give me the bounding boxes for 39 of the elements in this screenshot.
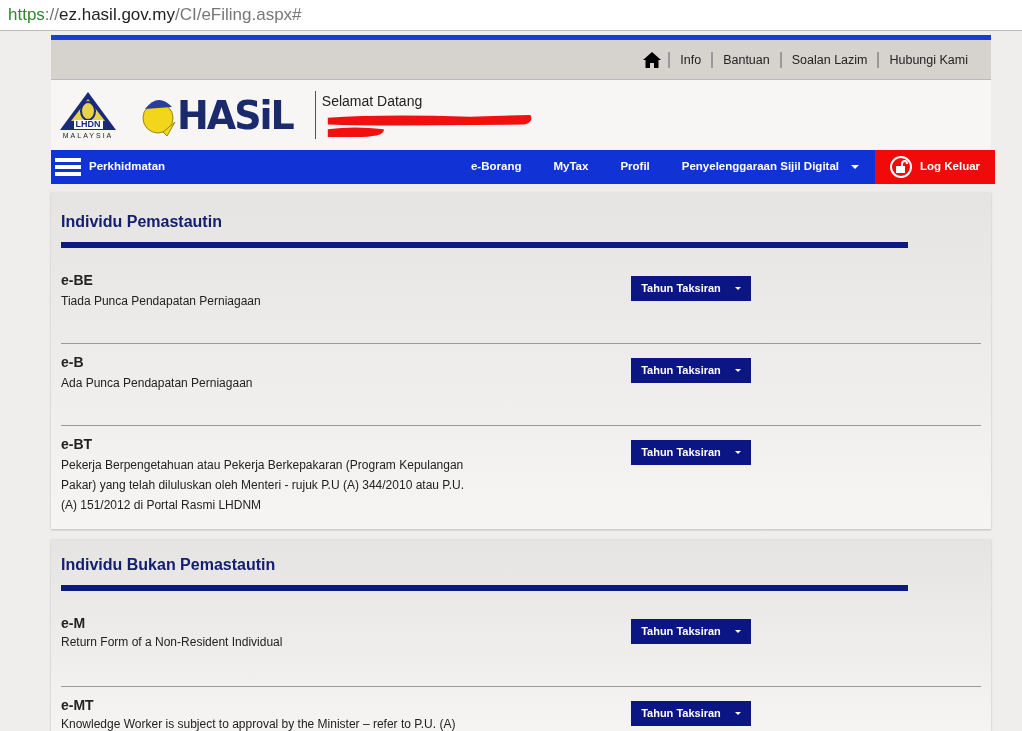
form-code: e-M (61, 614, 87, 633)
menu-link[interactable]: Perkhidmatan (89, 158, 166, 176)
caret-icon (734, 369, 741, 372)
section-title: Individu Pemastautin (61, 212, 223, 232)
form-description: Knowledge Worker is subject to approval by the Minister – refer to P.U. (A) (61, 716, 457, 731)
caret-icon (734, 451, 741, 454)
nav-link[interactable]: Profil (604, 158, 666, 176)
year-dropdown-button[interactable]: Tahun Taksiran (631, 276, 751, 301)
home-icon[interactable] (642, 50, 663, 69)
year-dropdown-button[interactable]: Tahun Taksiran (631, 358, 751, 383)
section-title: Individu Bukan Pemastautin (61, 555, 277, 575)
unlock-icon (889, 156, 912, 178)
form-description: Ada Punca Pendapatan Perniagaan (61, 375, 254, 392)
logout-button[interactable]: Log Keluar (875, 150, 995, 184)
address-bar[interactable]: https://ez.hasil.gov.my/CI/eFiling.aspx# (0, 0, 1022, 31)
form-code: e-BT (61, 435, 94, 454)
welcome-text: Selamat Datang (321, 92, 424, 111)
form-code: e-B (61, 353, 85, 372)
form-description: Tiada Punca Pendapatan Perniagaan (61, 293, 262, 310)
brand-logo: HASiL (177, 95, 293, 135)
caret-icon (734, 287, 741, 290)
form-description: Return Form of a Non-Resident Individual (61, 634, 284, 650)
top-link[interactable]: Hubungi Kami (877, 51, 978, 68)
year-dropdown-button[interactable]: Tahun Taksiran (631, 701, 751, 726)
top-link[interactable]: Soalan Lazim (779, 51, 878, 68)
year-dropdown-button[interactable]: Tahun Taksiran (631, 619, 751, 644)
nav-link[interactable]: e-Borang (454, 158, 538, 176)
form-code: e-MT (61, 696, 95, 715)
nav-link[interactable]: Penyelenggaraan Sijil Digital (665, 158, 875, 176)
top-link[interactable]: Bantuan (711, 51, 780, 68)
nav-link[interactable]: MyTax (537, 158, 605, 176)
form-code: e-BE (61, 271, 94, 290)
caret-icon (734, 630, 741, 633)
form-description: Pekerja Berpengetahuan atau Pekerja Berkepakaran (Program Kepulangan Pakar) yang telah diluluskan oleh Menteri - rujuk P.U (A) 344/2010 atau P.U. (A) 151/2012 di Portal Rasmi LHDNM (61, 457, 466, 514)
caret-icon (734, 712, 741, 715)
menu-icon[interactable] (55, 157, 81, 177)
top-link[interactable]: Info (668, 51, 712, 68)
year-dropdown-button[interactable]: Tahun Taksiran (631, 440, 751, 465)
logo-text: LHDN (73, 120, 103, 129)
